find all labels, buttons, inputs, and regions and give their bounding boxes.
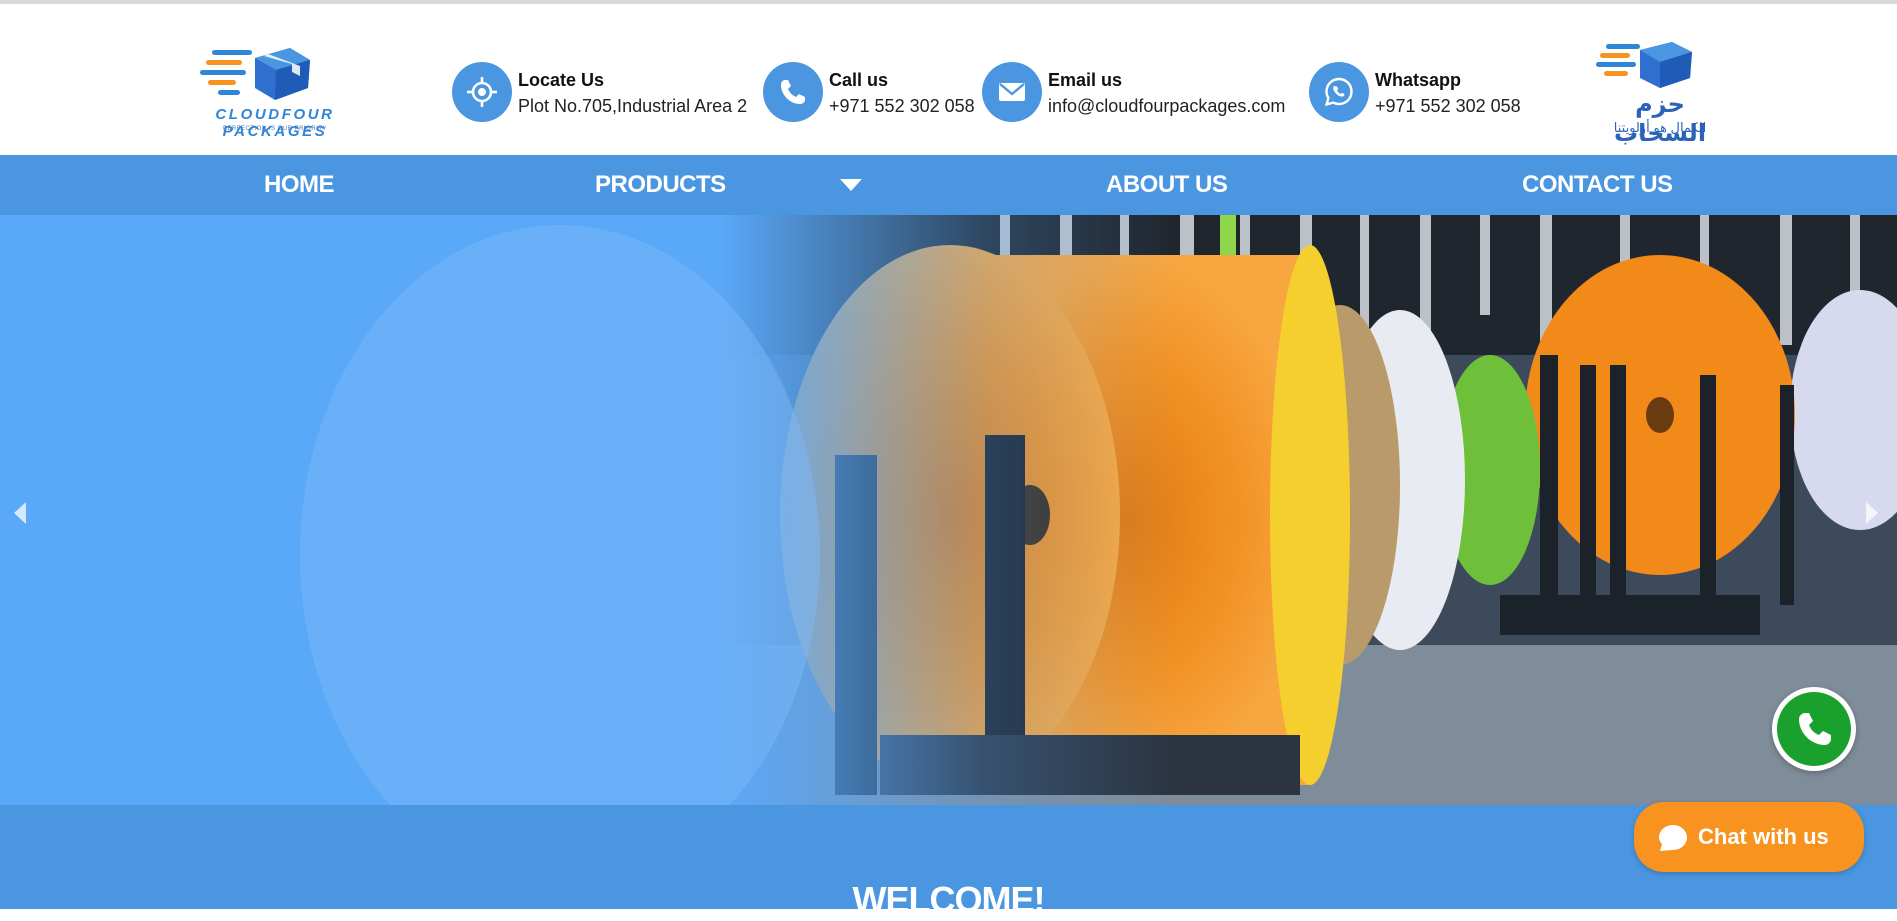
nav-contact-us[interactable]: CONTACT US <box>1522 155 1673 215</box>
nav-products[interactable]: PRODUCTS <box>595 155 726 215</box>
location-target-icon <box>452 62 512 122</box>
whatsapp-icon <box>1777 692 1851 766</box>
nav-home[interactable]: HOME <box>264 155 335 215</box>
arabic-brand-text: حزم السحاب <box>1613 91 1707 147</box>
cloudfour-logo[interactable]: CLOUDFOUR PACKAGES PERFECTION IS OUR PRI… <box>160 44 390 144</box>
hero-slider[interactable] <box>0 215 1897 805</box>
welcome-section: WELCOME! <box>0 805 1897 920</box>
contact-title: Locate Us <box>518 70 605 90</box>
envelope-icon <box>982 62 1042 122</box>
contact-address: Plot No.705,Industrial Area 2 <box>518 96 748 116</box>
whatsapp-icon <box>1309 62 1369 122</box>
contact-phone: +971 552 302 058 <box>829 96 975 116</box>
contact-title: Call us <box>829 70 889 90</box>
arabic-logo[interactable]: حزم السحاب الكمال هو أولويتنا <box>1590 40 1740 147</box>
hero-image <box>0 215 1897 805</box>
logo-brand-text: CLOUDFOUR PACKAGES <box>215 106 335 140</box>
chevron-right-icon[interactable] <box>1866 502 1878 524</box>
contact-whatsapp-number: +971 552 302 058 <box>1375 96 1521 116</box>
welcome-heading: WELCOME! <box>852 879 1046 920</box>
chevron-left-icon[interactable] <box>14 502 26 524</box>
contact-email-address: info@cloudfourpackages.com <box>1048 96 1286 116</box>
chat-with-us-button[interactable]: Chat with us <box>1634 802 1864 872</box>
chat-label: Chat with us <box>1698 824 1829 849</box>
main-nav: HOME PRODUCTS ABOUT US CONTACT US <box>0 155 1897 215</box>
box-logo-icon <box>1596 42 1692 88</box>
box-logo-icon <box>200 48 310 100</box>
chevron-down-icon[interactable] <box>840 179 862 191</box>
contact-title: Whatsapp <box>1375 70 1462 90</box>
whatsapp-float-button[interactable] <box>1772 687 1856 771</box>
site-header: CLOUDFOUR PACKAGES PERFECTION IS OUR PRI… <box>0 4 1897 155</box>
chat-bubble-icon <box>1659 825 1687 851</box>
phone-icon <box>763 62 823 122</box>
nav-about-us[interactable]: ABOUT US <box>1106 155 1228 215</box>
arabic-tagline: الكمال هو أولويتنا <box>1613 120 1707 135</box>
contact-title: Email us <box>1048 70 1123 90</box>
logo-tagline: PERFECTION IS OUR PRIORITY <box>222 126 327 132</box>
